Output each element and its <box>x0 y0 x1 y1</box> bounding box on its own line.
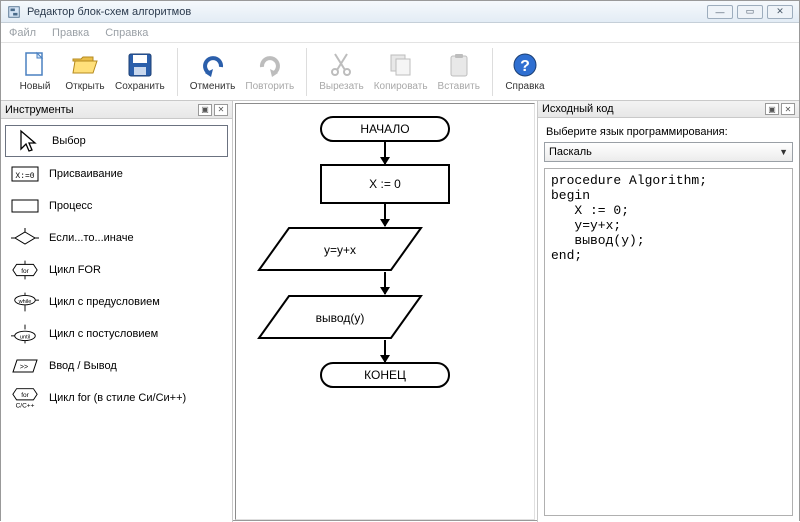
panel-float-button[interactable]: ▣ <box>198 104 212 116</box>
lang-prompt: Выберите язык программирования: <box>546 126 793 138</box>
window-title: Редактор блок-схем алгоритмов <box>27 6 707 18</box>
tools-list: Выбор X:=0 Присваивание Процесс Если...т… <box>1 119 232 419</box>
language-combobox[interactable]: Паскаль ▼ <box>544 142 793 162</box>
tools-panel: Инструменты ▣ ✕ Выбор X:=0 Присваивание <box>1 101 233 522</box>
save-icon <box>126 51 154 79</box>
svg-text:C/C++: C/C++ <box>16 402 35 409</box>
source-panel: Исходный код ▣ ✕ Выберите язык программи… <box>537 101 799 522</box>
toolbar-separator <box>492 48 493 96</box>
language-selected: Паскаль <box>549 146 592 158</box>
flow-io-text: y=y+x <box>324 243 356 257</box>
flow-start[interactable]: НАЧАЛО <box>320 116 450 142</box>
while-loop-icon: while <box>11 292 39 312</box>
panel-close-button[interactable]: ✕ <box>781 103 795 115</box>
menubar: Файл Правка Справка <box>1 23 799 43</box>
tool-for[interactable]: for Цикл FOR <box>5 255 228 285</box>
save-button[interactable]: Сохранить <box>111 49 169 94</box>
titlebar: Редактор блок-схем алгоритмов — ▭ ✕ <box>1 1 799 23</box>
paste-button[interactable]: Вставить <box>434 49 484 94</box>
tool-assign[interactable]: X:=0 Присваивание <box>5 159 228 189</box>
tool-process[interactable]: Процесс <box>5 191 228 221</box>
new-file-icon <box>21 51 49 79</box>
panel-close-button[interactable]: ✕ <box>214 104 228 116</box>
io-icon: >> <box>11 358 39 374</box>
toolbar-separator <box>306 48 307 96</box>
undo-icon <box>199 51 227 79</box>
flow-end[interactable]: КОНЕЦ <box>320 362 450 388</box>
process-icon <box>11 198 39 214</box>
tool-while[interactable]: while Цикл с предусловием <box>5 287 228 317</box>
copy-button[interactable]: Копировать <box>370 49 432 94</box>
source-panel-header: Исходный код ▣ ✕ <box>538 101 799 118</box>
flow-arrow <box>384 272 386 294</box>
copy-icon <box>387 51 415 79</box>
cfor-icon: for C/C++ <box>11 386 39 410</box>
paste-icon <box>445 51 473 79</box>
minimize-button[interactable]: — <box>707 5 733 19</box>
folder-open-icon <box>71 51 99 79</box>
flowchart-canvas[interactable]: НАЧАЛО X := 0 y=y+x вывод(y) КОНЕЦ <box>235 103 535 520</box>
svg-text:until: until <box>20 335 30 341</box>
tool-until[interactable]: until Цикл с постусловием <box>5 319 228 349</box>
until-loop-icon: until <box>11 324 39 344</box>
flowchart: НАЧАЛО X := 0 y=y+x вывод(y) КОНЕЦ <box>255 116 515 519</box>
chevron-down-icon: ▼ <box>779 147 788 157</box>
redo-button[interactable]: Повторить <box>241 49 298 94</box>
assign-icon: X:=0 <box>11 165 39 183</box>
diamond-icon <box>11 228 39 248</box>
svg-text:while: while <box>18 299 32 305</box>
help-button[interactable]: ? Справка <box>501 49 549 94</box>
flow-assign-node[interactable]: X := 0 <box>320 164 450 204</box>
help-icon: ? <box>511 51 539 79</box>
workarea: Инструменты ▣ ✕ Выбор X:=0 Присваивание <box>1 101 799 522</box>
panel-float-button[interactable]: ▣ <box>765 103 779 115</box>
new-button[interactable]: Новый <box>11 49 59 94</box>
cut-button[interactable]: Вырезать <box>315 49 367 94</box>
flow-io-text: вывод(y) <box>316 311 365 325</box>
for-loop-icon: for <box>11 260 39 280</box>
flow-io-node-2[interactable]: вывод(y) <box>255 294 515 340</box>
toolbar-separator <box>177 48 178 96</box>
flow-io-node-1[interactable]: y=y+x <box>255 226 515 272</box>
app-icon <box>7 5 21 19</box>
tools-panel-header: Инструменты ▣ ✕ <box>1 101 232 119</box>
flow-arrow <box>384 204 386 226</box>
close-button[interactable]: ✕ <box>767 5 793 19</box>
source-code-view[interactable]: procedure Algorithm; begin X := 0; y=y+x… <box>544 168 793 516</box>
svg-text:for: for <box>21 392 29 399</box>
maximize-button[interactable]: ▭ <box>737 5 763 19</box>
tool-io[interactable]: >> Ввод / Вывод <box>5 351 228 381</box>
svg-text:>>: >> <box>20 364 28 371</box>
svg-text:for: for <box>21 268 29 275</box>
main-toolbar: Новый Открыть Сохранить Отменить <box>1 43 799 101</box>
svg-text:X:=0: X:=0 <box>15 172 34 181</box>
menu-file[interactable]: Файл <box>9 27 36 39</box>
menu-help[interactable]: Справка <box>105 27 148 39</box>
flow-arrow <box>384 142 386 164</box>
svg-text:?: ? <box>520 58 530 75</box>
cut-icon <box>327 51 355 79</box>
undo-button[interactable]: Отменить <box>186 49 240 94</box>
menu-edit[interactable]: Правка <box>52 27 89 39</box>
tool-select[interactable]: Выбор <box>5 125 228 157</box>
tool-cfor[interactable]: forC/C++ Цикл for (в стиле Си/Си++) <box>5 383 228 413</box>
tool-if[interactable]: Если...то...иначе <box>5 223 228 253</box>
cursor-icon <box>14 129 42 153</box>
open-button[interactable]: Открыть <box>61 49 109 94</box>
flow-arrow <box>384 340 386 362</box>
redo-icon <box>256 51 284 79</box>
